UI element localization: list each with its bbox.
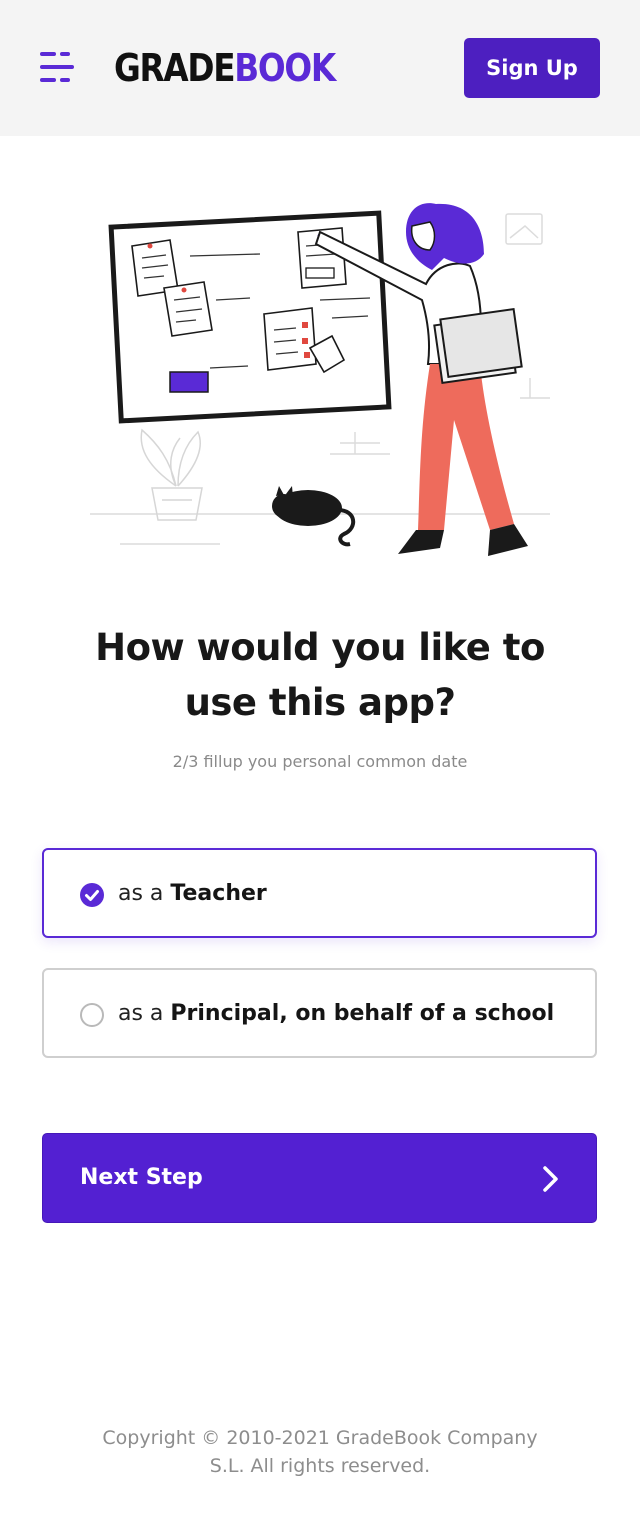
sleeping-cat [272, 486, 355, 547]
gradebook-logo[interactable]: GRADEBOOK [114, 46, 336, 90]
title-line-2: use this app? [184, 681, 456, 724]
radio-checked-icon[interactable] [80, 883, 104, 907]
title-line-1: How would you like to [95, 626, 545, 669]
logo-text-book: BOOK [234, 46, 336, 90]
page-title: How would you like to use this app? [40, 620, 600, 730]
progress-subtitle: 2/3 fillup you personal common date [172, 752, 468, 771]
chevron-right-icon [543, 1166, 558, 1192]
radio-unchecked-icon[interactable] [80, 1003, 104, 1027]
option-role: Principal, on behalf of a school [170, 1001, 555, 1026]
hamburger-menu-icon[interactable] [36, 48, 78, 86]
sign-up-button[interactable]: Sign Up [464, 38, 600, 98]
option-teacher[interactable]: as a Teacher [42, 848, 597, 938]
option-prefix: as a [118, 1001, 171, 1026]
footer-line-1: Copyright © 2010-2021 GradeBook Company [102, 1427, 538, 1449]
footer-line-2: S.L. All rights reserved. [209, 1455, 431, 1477]
teacher-corkboard-illustration [90, 203, 550, 556]
option-prefix: as a [118, 881, 171, 906]
option-principal[interactable]: as a Principal, on behalf of a school [42, 968, 597, 1058]
option-principal-label: as a Principal, on behalf of a school [118, 1001, 554, 1026]
option-role: Teacher [170, 881, 267, 906]
logo-text-grade: GRADE [114, 46, 236, 90]
copyright-footer: Copyright © 2010-2021 GradeBook Company … [60, 1424, 580, 1480]
next-step-button[interactable]: Next Step [42, 1133, 597, 1223]
app-header: GRADEBOOK Sign Up [0, 0, 640, 136]
option-teacher-label: as a Teacher [118, 881, 267, 906]
next-step-label: Next Step [80, 1165, 203, 1190]
